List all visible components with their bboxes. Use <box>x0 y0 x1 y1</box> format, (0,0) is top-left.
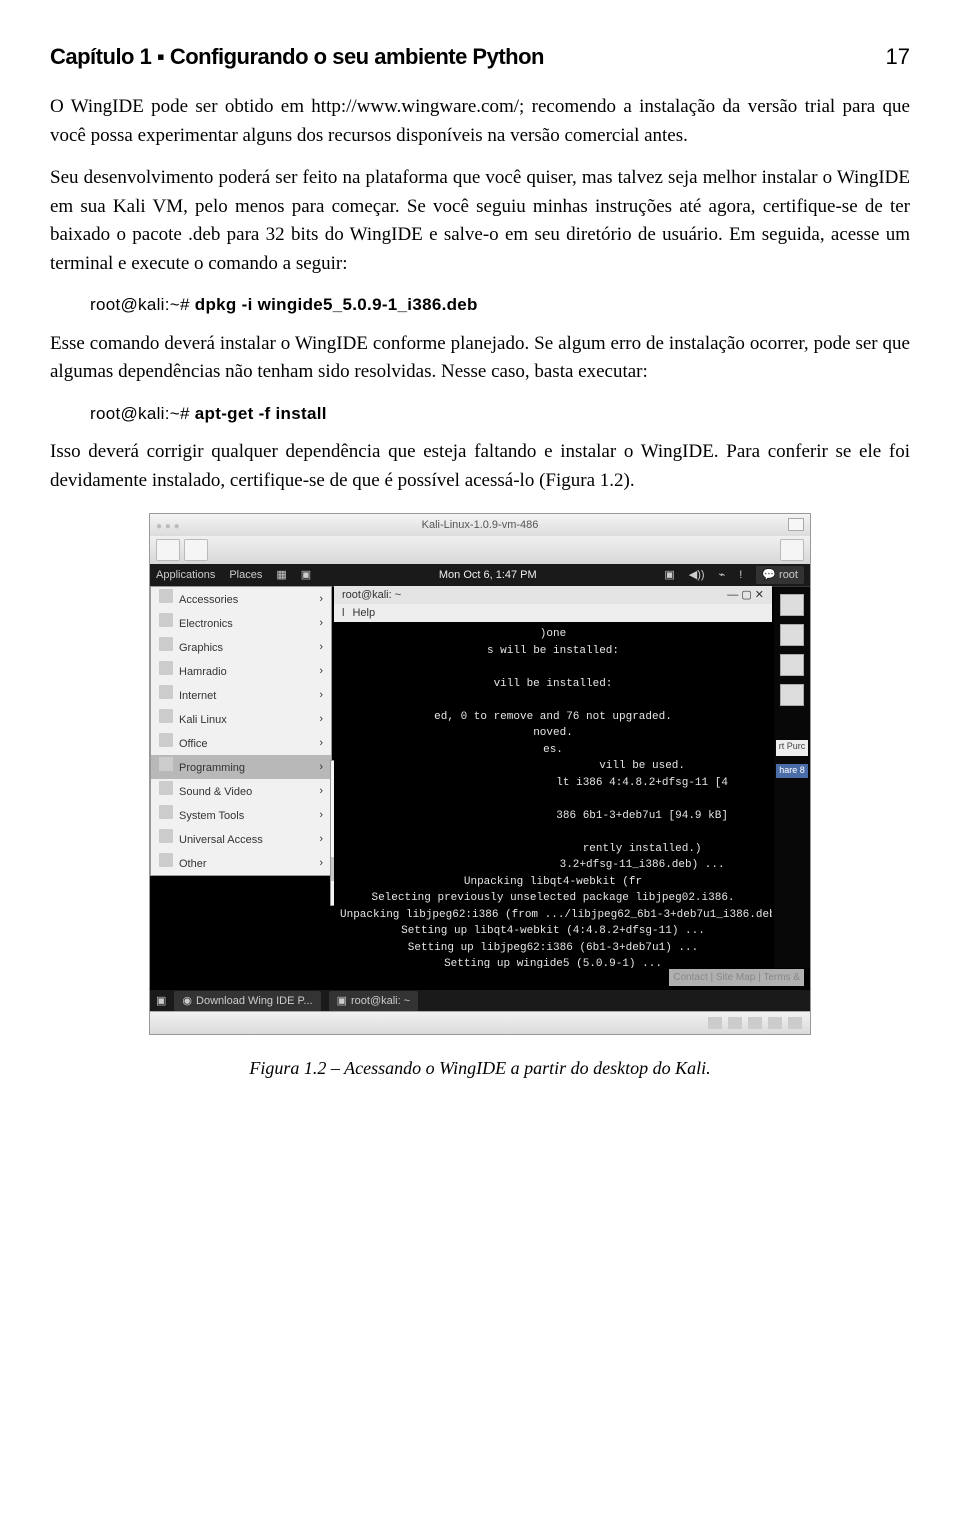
sound-video-icon <box>159 781 173 795</box>
accessories-icon <box>159 589 173 603</box>
sidebar-icon-1 <box>780 594 804 616</box>
window-controls-icon: — ▢ ✕ <box>727 587 764 604</box>
universal-access-icon <box>159 829 173 843</box>
sidebar-home-icon <box>780 684 804 706</box>
paragraph-2: Seu desenvolvimento poderá ser feito na … <box>50 164 910 278</box>
menu-electronics[interactable]: Electronics› <box>151 611 331 635</box>
applications-menu-popup: Accessories› Electronics› Graphics› Hamr… <box>150 586 332 876</box>
command-2-prompt: root@kali:~# <box>90 404 195 423</box>
menu-kali[interactable]: Kali Linux› <box>151 707 331 731</box>
menu-other[interactable]: Other› <box>151 851 331 875</box>
gnome-bottom-bar: ▣ ◉Download Wing IDE P... ▣root@kali: ~ <box>150 990 810 1012</box>
terminal-menu-l[interactable]: l <box>342 605 344 622</box>
system-tools-icon <box>159 805 173 819</box>
user-menu[interactable]: 💬 root <box>756 566 804 585</box>
vm-net-icon <box>748 1017 762 1029</box>
task-download[interactable]: ◉Download Wing IDE P... <box>174 991 320 1012</box>
menu-programming[interactable]: Programming› <box>151 755 331 779</box>
vm-titlebar: ● ● ● Kali-Linux-1.0.9-vm-486 <box>150 514 810 537</box>
vm-fullscreen-icon <box>780 539 804 561</box>
command-1-prompt: root@kali:~# <box>90 295 195 314</box>
menu-hamradio[interactable]: Hamradio› <box>151 659 331 683</box>
task-terminal[interactable]: ▣root@kali: ~ <box>329 991 419 1012</box>
menu-accessories[interactable]: Accessories› <box>151 587 331 611</box>
programming-icon <box>159 757 173 771</box>
footer-links-fragment: Contact | Site Map | Terms & <box>669 969 804 986</box>
share-badge: hare 8 <box>776 764 808 778</box>
terminal-task-icon: ▣ <box>337 993 347 1010</box>
browser-icon: ▦ <box>276 567 286 584</box>
graphics-icon <box>159 637 173 651</box>
page-number: 17 <box>886 40 910 73</box>
terminal-menu-help[interactable]: Help <box>352 605 375 622</box>
electronics-icon <box>159 613 173 627</box>
terminal-icon: ▣ <box>301 567 311 584</box>
terminal-output: )one s will be installed: vill be instal… <box>334 622 772 968</box>
menu-sound-video[interactable]: Sound & Video› <box>151 779 331 803</box>
menu-graphics[interactable]: Graphics› <box>151 635 331 659</box>
browser-task-icon: ◉ <box>182 993 192 1010</box>
vm-audio-icon <box>788 1017 802 1029</box>
places-menu[interactable]: Places <box>229 567 262 584</box>
sidebar-icon-2 <box>780 624 804 646</box>
paragraph-1: O WingIDE pode ser obtido em http://www.… <box>50 93 910 150</box>
purchase-fragment: rt Purc <box>776 740 808 756</box>
figure-screenshot: ● ● ● Kali-Linux-1.0.9-vm-486 Applicatio… <box>149 513 811 1035</box>
clock: Mon Oct 6, 1:47 PM <box>439 567 537 584</box>
other-icon <box>159 853 173 867</box>
command-1-text: dpkg -i wingide5_5.0.9-1_i386.deb <box>195 295 478 314</box>
kali-icon <box>159 709 173 723</box>
vm-cd-icon <box>728 1017 742 1029</box>
vm-usb-icon <box>768 1017 782 1029</box>
chapter-heading: Capítulo 1 ▪ Configurando o seu ambiente… <box>50 40 544 73</box>
paragraph-3: Esse comando deverá instalar o WingIDE c… <box>50 330 910 387</box>
vm-hdd-icon <box>708 1017 722 1029</box>
command-2-text: apt-get -f install <box>195 404 327 423</box>
menu-universal-access[interactable]: Universal Access› <box>151 827 331 851</box>
applications-menu[interactable]: Applications <box>156 567 215 584</box>
paragraph-4: Isso deverá corrigir qualquer dependênci… <box>50 438 910 495</box>
vm-toolbar <box>150 536 810 565</box>
speech-icon: 💬 <box>762 569 776 581</box>
sidebar-icon-3 <box>780 654 804 676</box>
show-desktop-icon: ▣ <box>156 993 166 1010</box>
camera-icon: ▣ <box>664 567 674 584</box>
volume-icon: ◀)) <box>689 567 705 584</box>
gnome-top-bar: Applications Places ▦ ▣ Mon Oct 6, 1:47 … <box>150 564 810 587</box>
figure-caption: Figura 1.2 – Acessando o WingIDE a parti… <box>50 1055 910 1082</box>
notify-icon: ! <box>739 567 742 584</box>
internet-icon <box>159 685 173 699</box>
vm-snapshot-icon <box>184 539 208 561</box>
vm-status-bar <box>150 1011 810 1034</box>
terminal-title: root@kali: ~ <box>342 587 401 604</box>
menu-internet[interactable]: Internet› <box>151 683 331 707</box>
terminal-chrome: root@kali: ~ — ▢ ✕ l Help <box>334 586 772 623</box>
office-icon <box>159 733 173 747</box>
hamradio-icon <box>159 661 173 675</box>
vm-pause-icon <box>156 539 180 561</box>
command-1: root@kali:~# dpkg -i wingide5_5.0.9-1_i3… <box>90 292 910 318</box>
bluetooth-icon: ⌁ <box>719 567 726 584</box>
vm-title-text: Kali-Linux-1.0.9-vm-486 <box>422 517 539 534</box>
menu-system-tools[interactable]: System Tools› <box>151 803 331 827</box>
menu-office[interactable]: Office› <box>151 731 331 755</box>
vm-traffic-lights-icon: ● ● ● <box>156 519 180 534</box>
kali-desktop: Applications Places ▦ ▣ Mon Oct 6, 1:47 … <box>150 564 810 1012</box>
command-2: root@kali:~# apt-get -f install <box>90 401 910 427</box>
vm-maximize-icon <box>788 518 804 531</box>
